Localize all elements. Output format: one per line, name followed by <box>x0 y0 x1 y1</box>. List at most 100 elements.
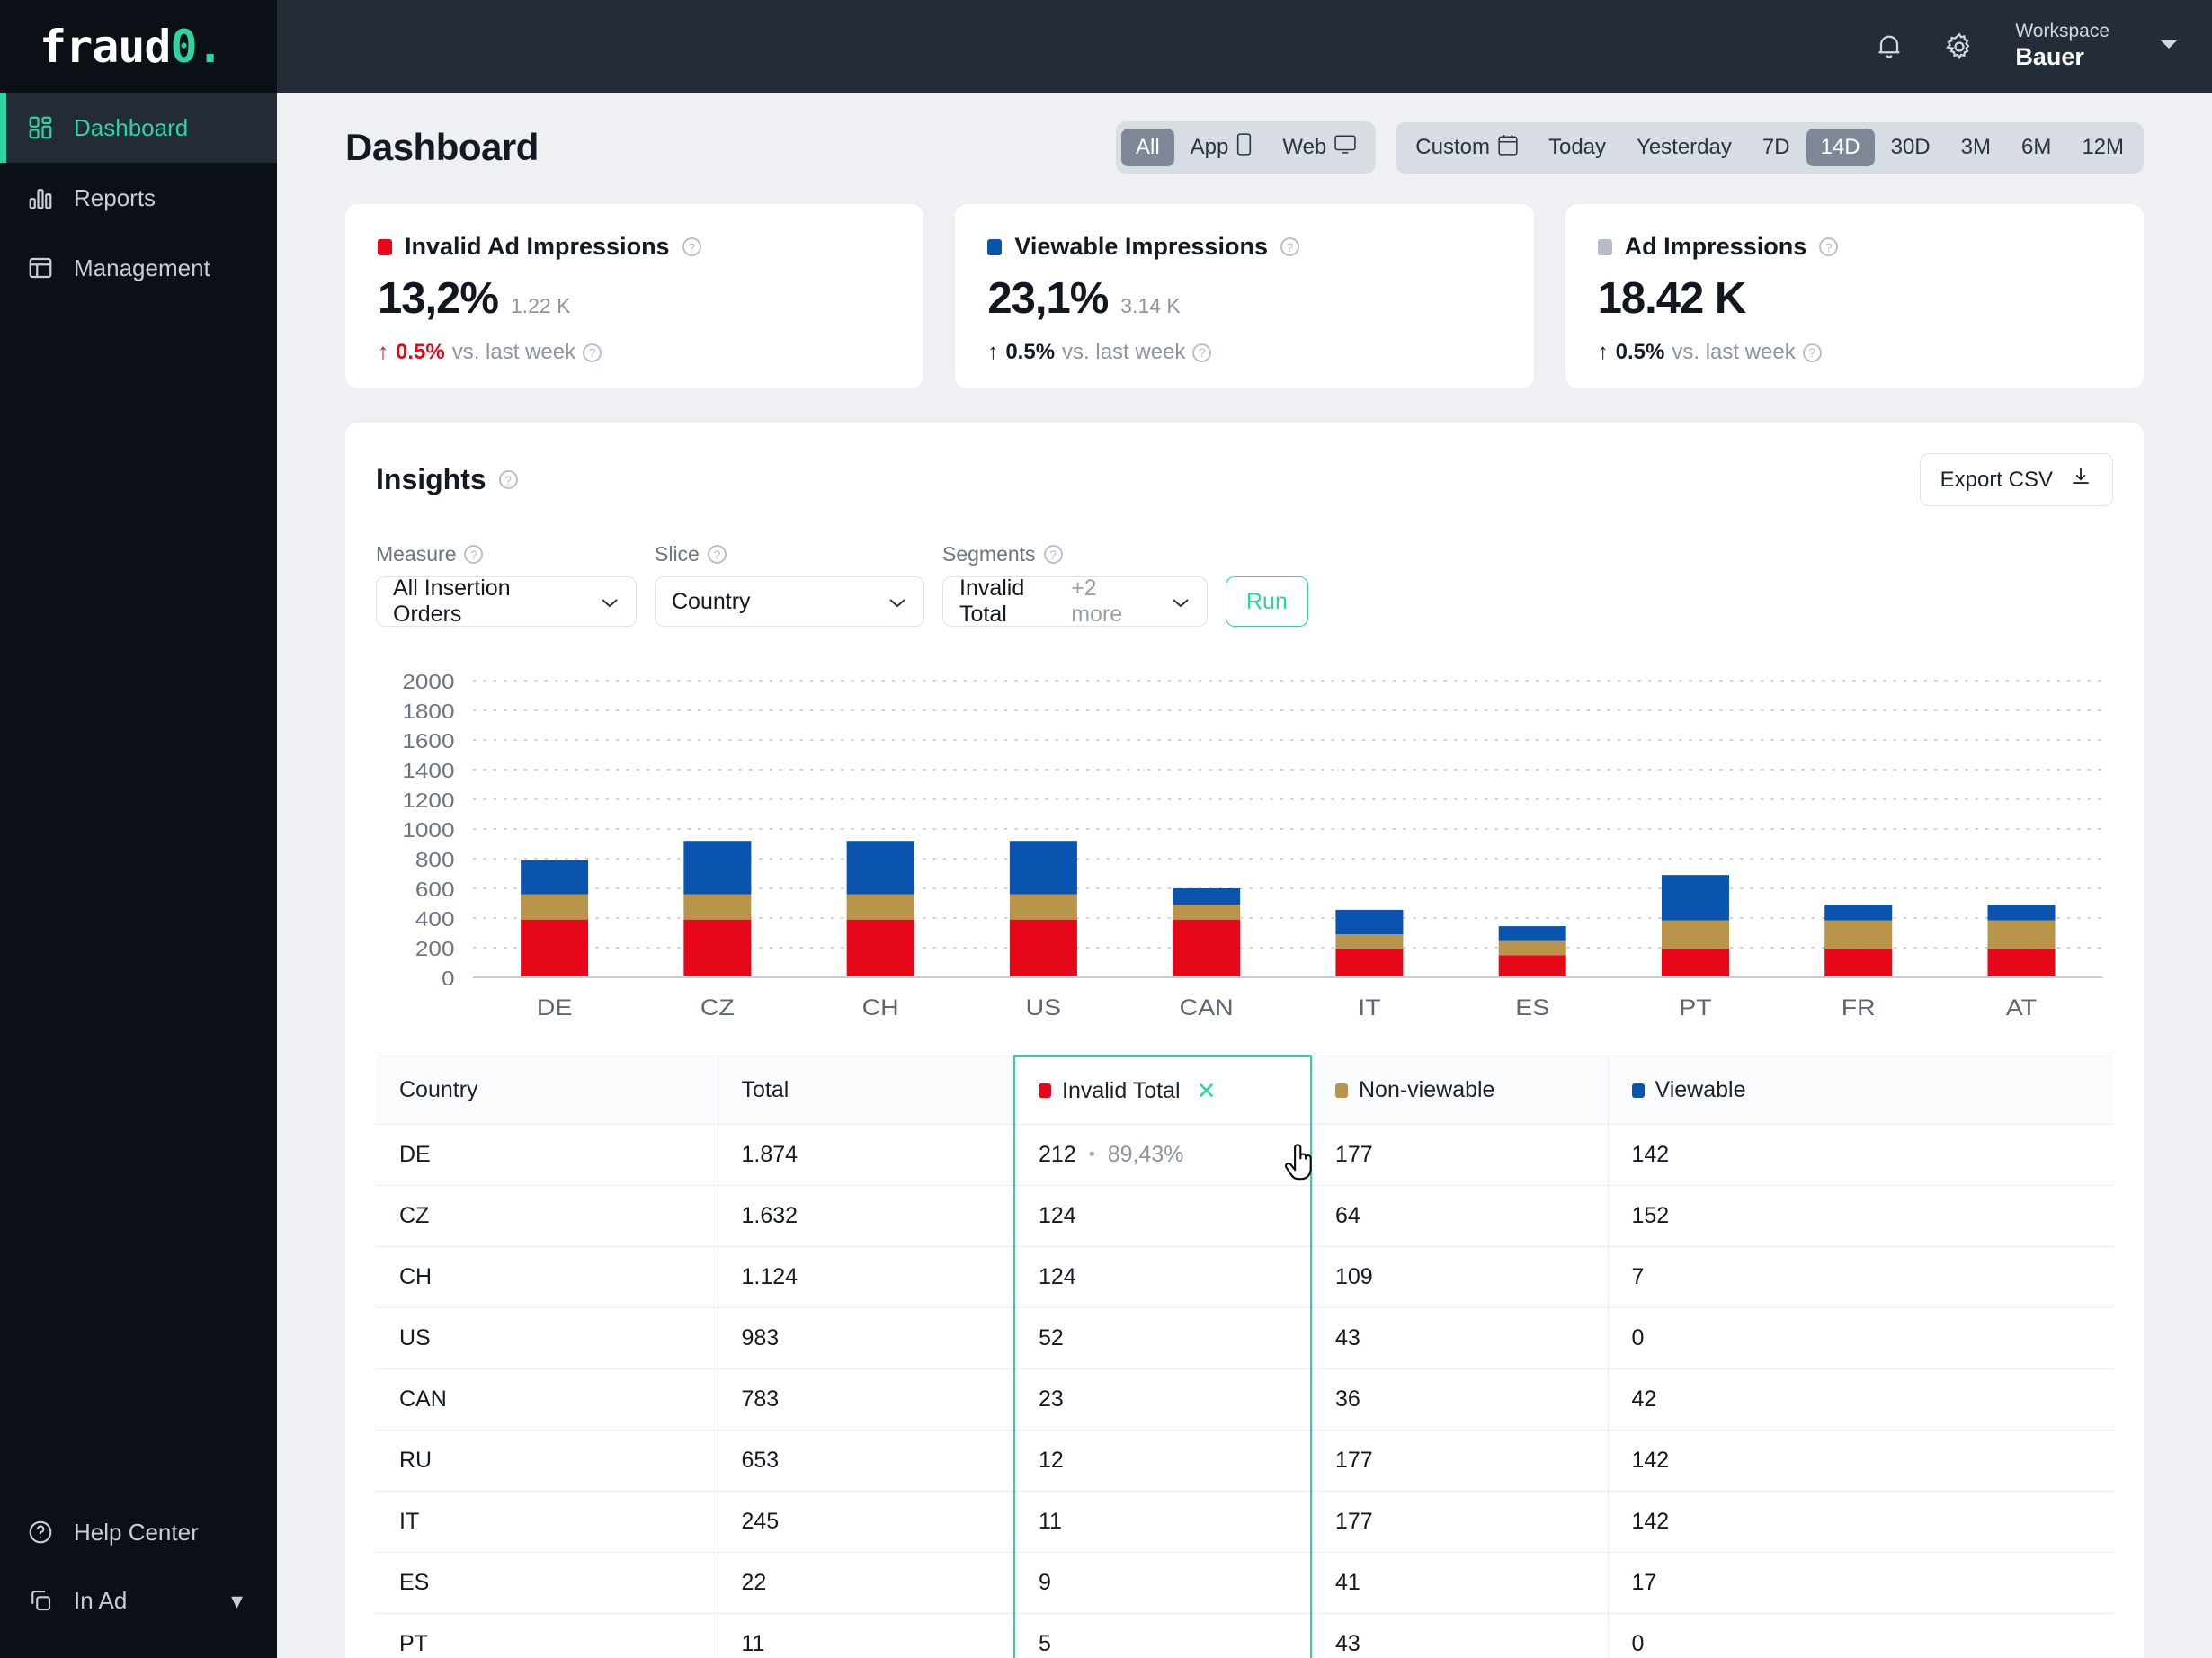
sidebar-item-management[interactable]: Management <box>0 233 277 303</box>
page-title: Dashboard <box>345 126 539 168</box>
date-filter-7d[interactable]: 7D <box>1748 129 1805 166</box>
page-content: Dashboard All App Web Custom Today Yeste… <box>277 93 2212 1658</box>
slice-select[interactable]: Country <box>655 576 924 627</box>
date-filter-12m[interactable]: 12M <box>2067 129 2138 166</box>
cell-country: ES <box>376 1552 718 1614</box>
chart-bar-segment <box>1498 926 1566 941</box>
date-filter-14d[interactable]: 14D <box>1806 129 1875 166</box>
chart-bar-segment <box>1009 919 1077 977</box>
help-icon[interactable]: ? <box>1280 237 1299 256</box>
chevron-down-icon <box>1153 589 1191 615</box>
mobile-icon <box>1236 133 1252 162</box>
date-filter-3m[interactable]: 3M <box>1947 129 2005 166</box>
help-icon[interactable]: ? <box>1819 237 1839 256</box>
bell-icon[interactable] <box>1869 27 1909 67</box>
brand-logo[interactable]: fraud 0. <box>0 0 277 93</box>
question-circle-icon <box>25 1517 56 1547</box>
column-header-viewable[interactable]: Viewable <box>1608 1056 2113 1125</box>
column-header-country[interactable]: Country <box>376 1056 718 1125</box>
logo-dot: . <box>196 20 224 73</box>
chart-bar-segment <box>683 919 752 977</box>
sidebar-item-reports[interactable]: Reports <box>0 163 277 233</box>
table-row[interactable]: CZ 1.632 124 64 152 <box>376 1185 2113 1247</box>
sidebar-item-label: Dashboard <box>74 113 189 141</box>
cell-non-viewable: 43 <box>1311 1307 1609 1369</box>
cell-total: 245 <box>718 1491 1015 1553</box>
help-icon[interactable]: ? <box>682 237 701 256</box>
kpi-delta-pct: 0.5% <box>1005 340 1056 364</box>
close-icon[interactable]: ✕ <box>1197 1077 1217 1105</box>
column-header-invalid-total[interactable]: Invalid Total ✕ <box>1013 1055 1312 1125</box>
svg-text:1200: 1200 <box>402 789 454 812</box>
platform-filter-app[interactable]: App <box>1176 127 1267 168</box>
workspace-selector[interactable]: Workspace Bauer <box>2015 21 2109 72</box>
date-filter-6m[interactable]: 6M <box>2007 129 2065 166</box>
insights-table: Country Total Invalid Total ✕ Non-viewab… <box>376 1055 2113 1658</box>
table-row[interactable]: PT 11 5 43 0 <box>376 1613 2113 1658</box>
kpi-delta: ↑ 0.5% vs. last week ? <box>378 340 891 365</box>
cell-total: 653 <box>718 1430 1015 1492</box>
chart-bar-segment <box>1335 909 1404 935</box>
export-csv-button[interactable]: Export CSV <box>1919 453 2113 506</box>
date-filter-custom[interactable]: Custom <box>1401 128 1532 168</box>
cell-non-viewable: 36 <box>1311 1368 1609 1431</box>
in-ad-selector[interactable]: In Ad ▾ <box>0 1566 277 1635</box>
chevron-down-icon[interactable]: ▾ <box>231 1587 243 1615</box>
platform-filter-web[interactable]: Web <box>1268 128 1370 167</box>
column-label: Country <box>399 1077 478 1102</box>
chart-bar-segment <box>1009 841 1077 895</box>
cell-invalid-total: 52 <box>1013 1307 1312 1369</box>
chevron-down-icon[interactable] <box>2158 37 2180 56</box>
column-header-non-viewable[interactable]: Non-viewable <box>1311 1056 1609 1125</box>
chart-bar-segment <box>1173 919 1241 977</box>
kpi-value: 13,2% <box>378 274 499 323</box>
help-icon[interactable]: ? <box>1192 343 1212 362</box>
svg-text:600: 600 <box>415 878 455 901</box>
cell-non-viewable: 41 <box>1311 1552 1609 1614</box>
table-row[interactable]: US 983 52 43 0 <box>376 1307 2113 1369</box>
svg-text:800: 800 <box>415 849 455 871</box>
column-header-total[interactable]: Total <box>718 1056 1015 1125</box>
chart-bar-segment <box>1498 940 1566 956</box>
help-center-link[interactable]: Help Center <box>0 1498 277 1566</box>
app-root: fraud 0. Dashboard Reports Management He… <box>0 0 2212 1658</box>
kpi-delta: ↑ 0.5% vs. last week ? <box>1598 340 2111 365</box>
cell-total: 1.632 <box>718 1185 1015 1247</box>
svg-text:US: US <box>1026 995 1061 1021</box>
chart-bar-segment <box>846 894 914 920</box>
help-icon[interactable]: ? <box>707 545 727 564</box>
help-icon[interactable]: ? <box>1802 343 1822 362</box>
run-button[interactable]: Run <box>1226 576 1308 627</box>
svg-text:1600: 1600 <box>402 730 454 753</box>
help-icon[interactable]: ? <box>1043 545 1063 564</box>
gear-icon[interactable] <box>1940 27 1979 67</box>
cell-total: 1.874 <box>718 1124 1015 1186</box>
segment-label: Yesterday <box>1637 135 1732 159</box>
date-filter-today[interactable]: Today <box>1534 129 1620 166</box>
table-row[interactable]: CAN 783 23 36 42 <box>376 1368 2113 1431</box>
date-filter-30d[interactable]: 30D <box>1877 129 1945 166</box>
segments-select[interactable]: Invalid Total +2 more <box>942 575 1208 627</box>
sidebar-item-dashboard[interactable]: Dashboard <box>0 93 277 163</box>
table-row[interactable]: RU 653 12 177 142 <box>376 1430 2113 1492</box>
table-row[interactable]: CH 1.124 124 109 7 <box>376 1246 2113 1308</box>
download-icon <box>2069 465 2092 495</box>
table-row[interactable]: ES 22 9 41 17 <box>376 1552 2113 1614</box>
help-icon[interactable]: ? <box>583 343 602 362</box>
svg-text:DE: DE <box>537 995 572 1021</box>
table-row[interactable]: IT 245 11 177 142 <box>376 1491 2113 1553</box>
legend-dot-invalid <box>1039 1083 1051 1098</box>
date-filter-yesterday[interactable]: Yesterday <box>1622 129 1746 166</box>
help-icon[interactable]: ? <box>464 545 484 564</box>
table-row[interactable]: DE 1.874 212 • 89,43% 177 142 <box>376 1124 2113 1186</box>
segment-label: All <box>1135 135 1160 159</box>
measure-select[interactable]: All Insertion Orders <box>376 575 637 627</box>
kpi-value: 18.42 K <box>1597 274 1747 323</box>
kpi-value-row: 13,2% 1.22 K <box>378 273 891 324</box>
help-icon[interactable]: ? <box>498 470 518 489</box>
platform-filter-group: All App Web <box>1115 121 1377 174</box>
svg-text:AT: AT <box>2006 995 2037 1021</box>
logo-zero: 0 <box>170 20 198 73</box>
kpi-header: Invalid Ad Impressions ? <box>378 233 891 261</box>
platform-filter-all[interactable]: All <box>1120 129 1174 166</box>
